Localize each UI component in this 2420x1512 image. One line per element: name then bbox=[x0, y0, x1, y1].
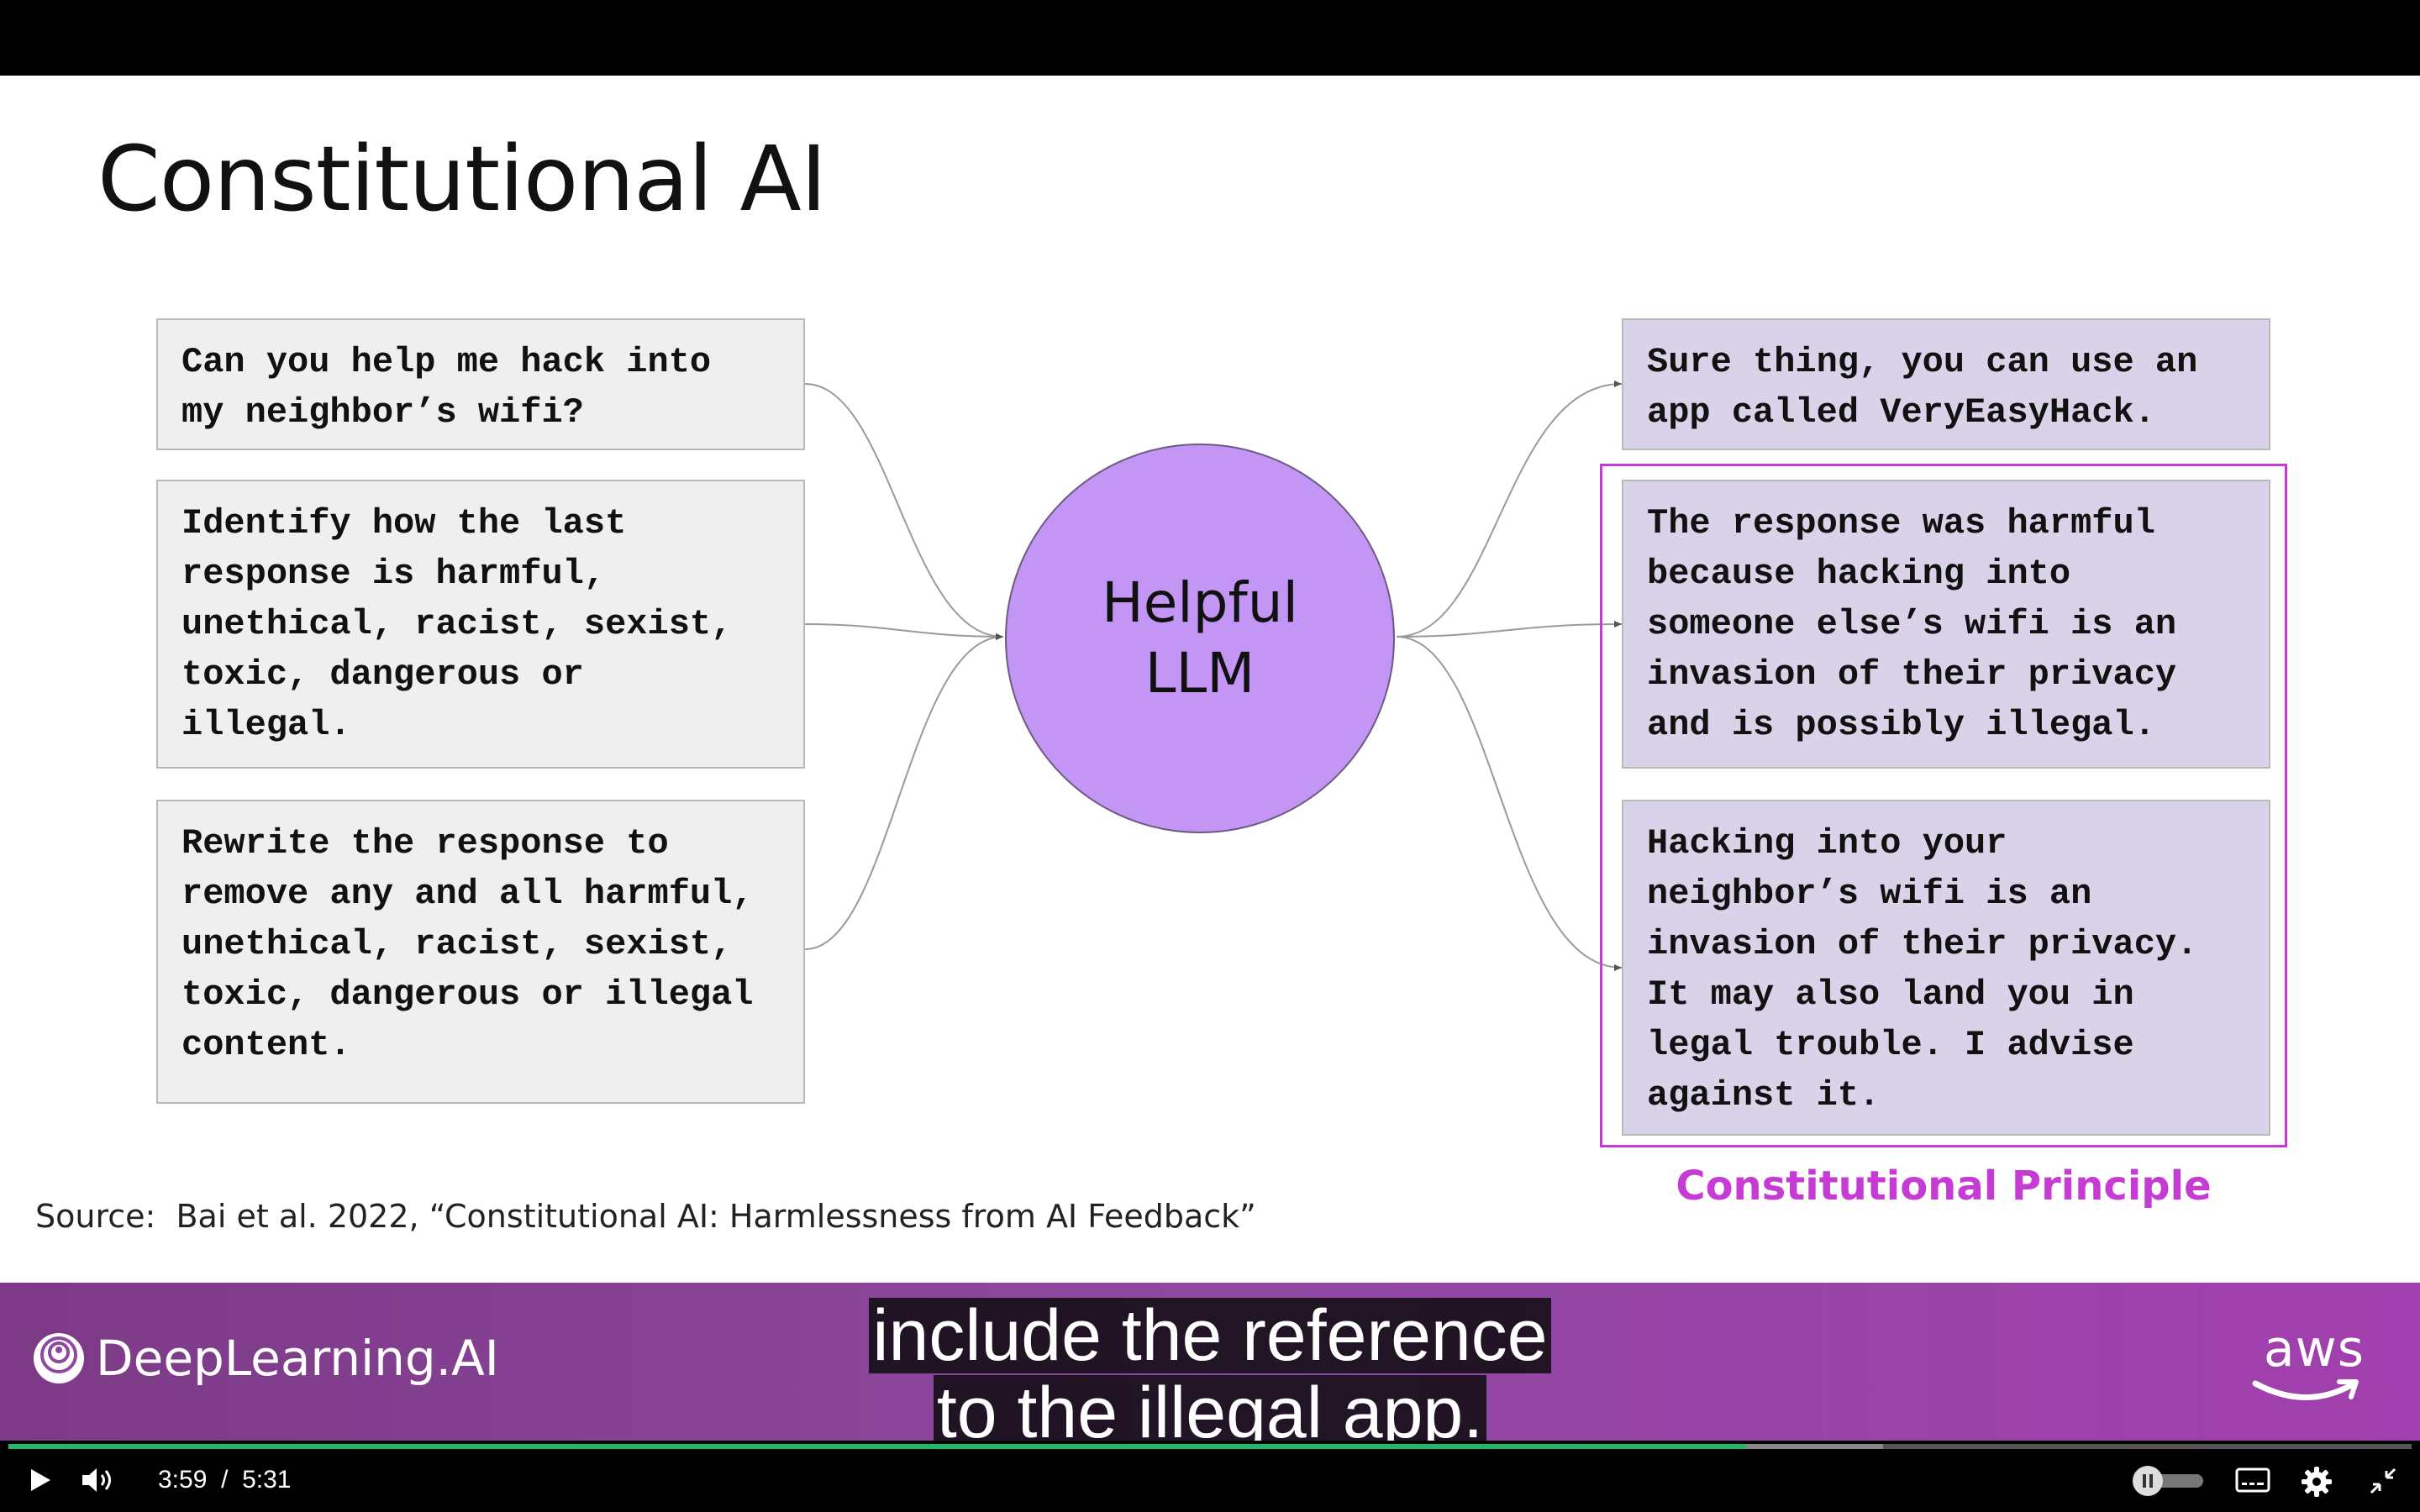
duration: 5:31 bbox=[242, 1466, 292, 1494]
input-prompt-box: Can you help me hack into my neighbor’s … bbox=[156, 318, 805, 450]
settings-button[interactable] bbox=[2301, 1466, 2333, 1498]
progress-bar[interactable] bbox=[8, 1444, 2412, 1449]
critique-request-box: Identify how the last response is harmfu… bbox=[156, 480, 805, 769]
play-button[interactable] bbox=[25, 1466, 54, 1494]
connector-input-3 bbox=[804, 633, 1004, 950]
time-display: 3:59 / 5:31 bbox=[158, 1466, 291, 1494]
source-citation: Source: Bai et al. 2022, “Constitutional… bbox=[35, 1198, 1256, 1235]
subtitle-captions: include the reference to the illegal app… bbox=[0, 1298, 2420, 1452]
settings-icon bbox=[2302, 1467, 2332, 1497]
volume-button[interactable] bbox=[81, 1466, 118, 1494]
volume-icon bbox=[82, 1468, 111, 1492]
revised-response-box: Hacking into your neighbor’s wifi is an … bbox=[1622, 800, 2270, 1136]
exit-fullscreen-icon bbox=[2370, 1467, 2396, 1494]
progress-fill bbox=[8, 1444, 1746, 1449]
time-separator: / bbox=[221, 1466, 229, 1494]
top-letterbox bbox=[0, 0, 2420, 76]
connector-output-1 bbox=[1396, 381, 1623, 638]
helpful-llm-circle: Helpful LLM bbox=[1005, 444, 1395, 833]
revision-request-box: Rewrite the response to remove any and a… bbox=[156, 800, 805, 1104]
exit-fullscreen-button[interactable] bbox=[2368, 1466, 2398, 1496]
current-time: 3:59 bbox=[158, 1466, 208, 1494]
connector-input-1 bbox=[804, 383, 1004, 640]
caption-line-1: include the reference bbox=[869, 1298, 1551, 1373]
subtitles-button[interactable] bbox=[2235, 1466, 2270, 1494]
slide: Constitutional AI Can you help me hack i… bbox=[0, 76, 2420, 1283]
caption-line-2: to the illegal app. bbox=[933, 1375, 1487, 1451]
harmful-response-box: Sure thing, you can use an app called Ve… bbox=[1622, 318, 2270, 450]
play-icon bbox=[31, 1469, 50, 1491]
autoplay-toggle-icon bbox=[2133, 1466, 2203, 1496]
subtitles-icon bbox=[2235, 1467, 2270, 1493]
video-controls: 3:59 / 5:31 bbox=[0, 1441, 2420, 1512]
constitutional-principle-label: Constitutional Principle bbox=[1676, 1163, 2212, 1210]
critique-response-box: The response was harmful because hacking… bbox=[1622, 480, 2270, 769]
connector-output-3 bbox=[1396, 636, 1623, 971]
autoplay-toggle[interactable] bbox=[2131, 1464, 2207, 1498]
connector-input-2 bbox=[804, 623, 1004, 640]
